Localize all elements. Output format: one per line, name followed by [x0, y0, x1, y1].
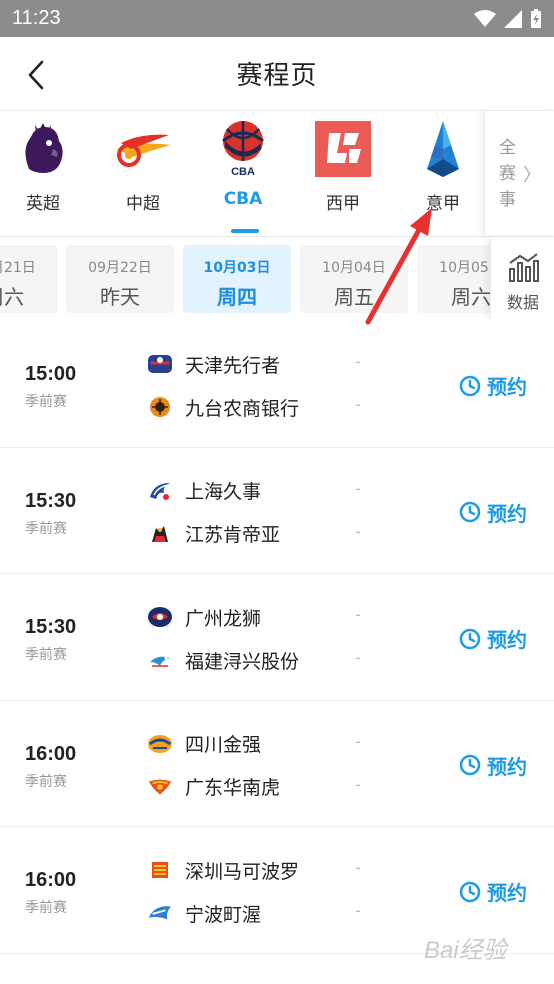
league-tab-serie-a[interactable]: 意甲 — [393, 111, 493, 235]
cba-logo-icon: CBA — [222, 121, 264, 178]
reserve-button[interactable]: 预约 — [459, 498, 527, 527]
date-chip[interactable]: 09月22日 昨天 — [66, 245, 174, 313]
match-stage: 季前赛 — [25, 520, 67, 537]
away-score: - — [355, 521, 361, 541]
league-tab-cba[interactable]: CBA CBA — [193, 111, 293, 235]
away-score: - — [355, 395, 361, 414]
date-selector: 09月21日 周六 09月22日 昨天 10月03日 周四 10月04日 周五 … — [0, 237, 554, 319]
team-logo-icon — [147, 774, 173, 800]
watermark-logo: Bai经验 — [424, 937, 507, 964]
team-logo-icon — [147, 394, 173, 420]
team-logo-icon — [147, 857, 173, 883]
league-label: 英超 — [26, 194, 60, 214]
match-stage: 季前赛 — [25, 647, 67, 663]
status-time: 11:23 — [12, 7, 61, 29]
csl-logo-icon — [117, 134, 171, 167]
home-score: - — [355, 858, 361, 877]
app-header: 赛程页 — [0, 37, 554, 111]
premier-league-logo-icon — [25, 123, 63, 173]
status-icons — [474, 8, 542, 29]
match-row[interactable]: 16:00 季前赛 四川金强 广东华南虎 - - 预约 — [0, 701, 554, 827]
league-tab-premier-league[interactable]: 英超 — [0, 111, 93, 235]
league-label: 意甲 — [426, 194, 460, 214]
reserve-button[interactable]: 预约 — [459, 624, 527, 653]
laliga-logo-icon — [315, 121, 371, 177]
clock-icon — [459, 501, 481, 523]
league-tab-laliga[interactable]: 西甲 — [293, 111, 393, 235]
home-score: - — [355, 731, 361, 751]
league-label: 中超 — [126, 194, 160, 214]
match-time: 16:00 — [25, 869, 77, 891]
match-list: 15:00 季前赛 天津先行者 九台农商银行 - - 预约 15:30 季前赛 … — [0, 321, 554, 954]
match-time: 15:30 — [25, 616, 77, 638]
date-chip[interactable]: 09月21日 周六 — [0, 245, 58, 313]
away-team: 江苏肯帝亚 — [147, 520, 280, 548]
data-label: 数据 — [506, 293, 539, 312]
team-logo-icon — [147, 647, 173, 673]
away-team: 九台农商银行 — [147, 393, 299, 421]
match-stage: 季前赛 — [25, 900, 67, 916]
home-team: 上海久事 — [147, 477, 261, 505]
match-stage: 季前赛 — [25, 773, 67, 790]
date-chip-selected[interactable]: 10月03日 周四 — [183, 245, 291, 313]
match-time: 15:30 — [25, 489, 77, 512]
reserve-button[interactable]: 预约 — [459, 371, 527, 400]
league-tab-csl[interactable]: 中超 — [93, 111, 193, 235]
reserve-button[interactable]: 预约 — [459, 751, 527, 780]
date-chip[interactable]: 10月04日 周五 — [300, 245, 408, 313]
reserve-button[interactable]: 预约 — [459, 877, 527, 906]
svg-text:CBA: CBA — [231, 166, 255, 178]
back-arrow-icon — [28, 60, 44, 90]
league-label: 西甲 — [326, 194, 360, 214]
league-tabs: 英超 中超 CBA CBA 西甲 意甲 全 赛 事 〉 — [0, 111, 554, 237]
home-score: - — [355, 478, 361, 498]
away-team: 广东华南虎 — [147, 773, 280, 801]
team-logo-icon — [147, 900, 173, 926]
clock-icon — [459, 628, 481, 649]
all-events-label: 全 赛 事 — [499, 138, 516, 210]
back-button[interactable] — [26, 57, 62, 93]
match-time: 15:00 — [25, 363, 77, 385]
team-logo-icon — [147, 731, 173, 757]
away-score: - — [355, 648, 361, 667]
page-title: 赛程页 — [236, 61, 318, 91]
home-team: 天津先行者 — [147, 350, 280, 378]
match-row[interactable]: 15:00 季前赛 天津先行者 九台农商银行 - - 预约 — [0, 321, 554, 448]
team-logo-icon — [147, 478, 173, 504]
away-score: - — [355, 774, 361, 794]
clock-icon — [459, 881, 481, 902]
match-row[interactable]: 15:30 季前赛 广州龙狮 福建浔兴股份 - - 预约 — [0, 574, 554, 701]
signal-icon — [504, 9, 522, 28]
status-bar: 11:23 — [0, 0, 554, 37]
clock-icon — [459, 754, 481, 776]
bar-chart-icon — [509, 253, 539, 282]
away-team: 福建浔兴股份 — [147, 646, 299, 674]
team-logo-icon — [147, 351, 173, 377]
active-tab-indicator — [231, 229, 259, 233]
home-team: 深圳马可波罗 — [147, 856, 299, 884]
team-logo-icon — [147, 604, 173, 630]
away-score: - — [355, 901, 361, 920]
all-events-button[interactable]: 全 赛 事 〉 — [484, 111, 554, 235]
home-team: 四川金强 — [147, 730, 261, 758]
home-score: - — [355, 352, 361, 371]
home-score: - — [355, 605, 361, 624]
match-time: 16:00 — [25, 742, 77, 765]
home-team: 广州龙狮 — [147, 603, 261, 631]
battery-icon — [531, 8, 541, 28]
match-row[interactable]: 15:30 季前赛 上海久事 江苏肯帝亚 - - 预约 — [0, 448, 554, 574]
serie-a-logo-icon — [427, 121, 459, 177]
league-label: CBA — [223, 189, 263, 209]
chevron-right-icon: 〉 — [523, 165, 541, 186]
wifi-icon — [474, 9, 496, 27]
clock-icon — [459, 375, 481, 396]
away-team: 宁波町渥 — [147, 899, 261, 927]
data-button[interactable]: 数据 — [490, 237, 554, 319]
match-stage: 季前赛 — [25, 394, 67, 410]
team-logo-icon — [147, 521, 173, 547]
